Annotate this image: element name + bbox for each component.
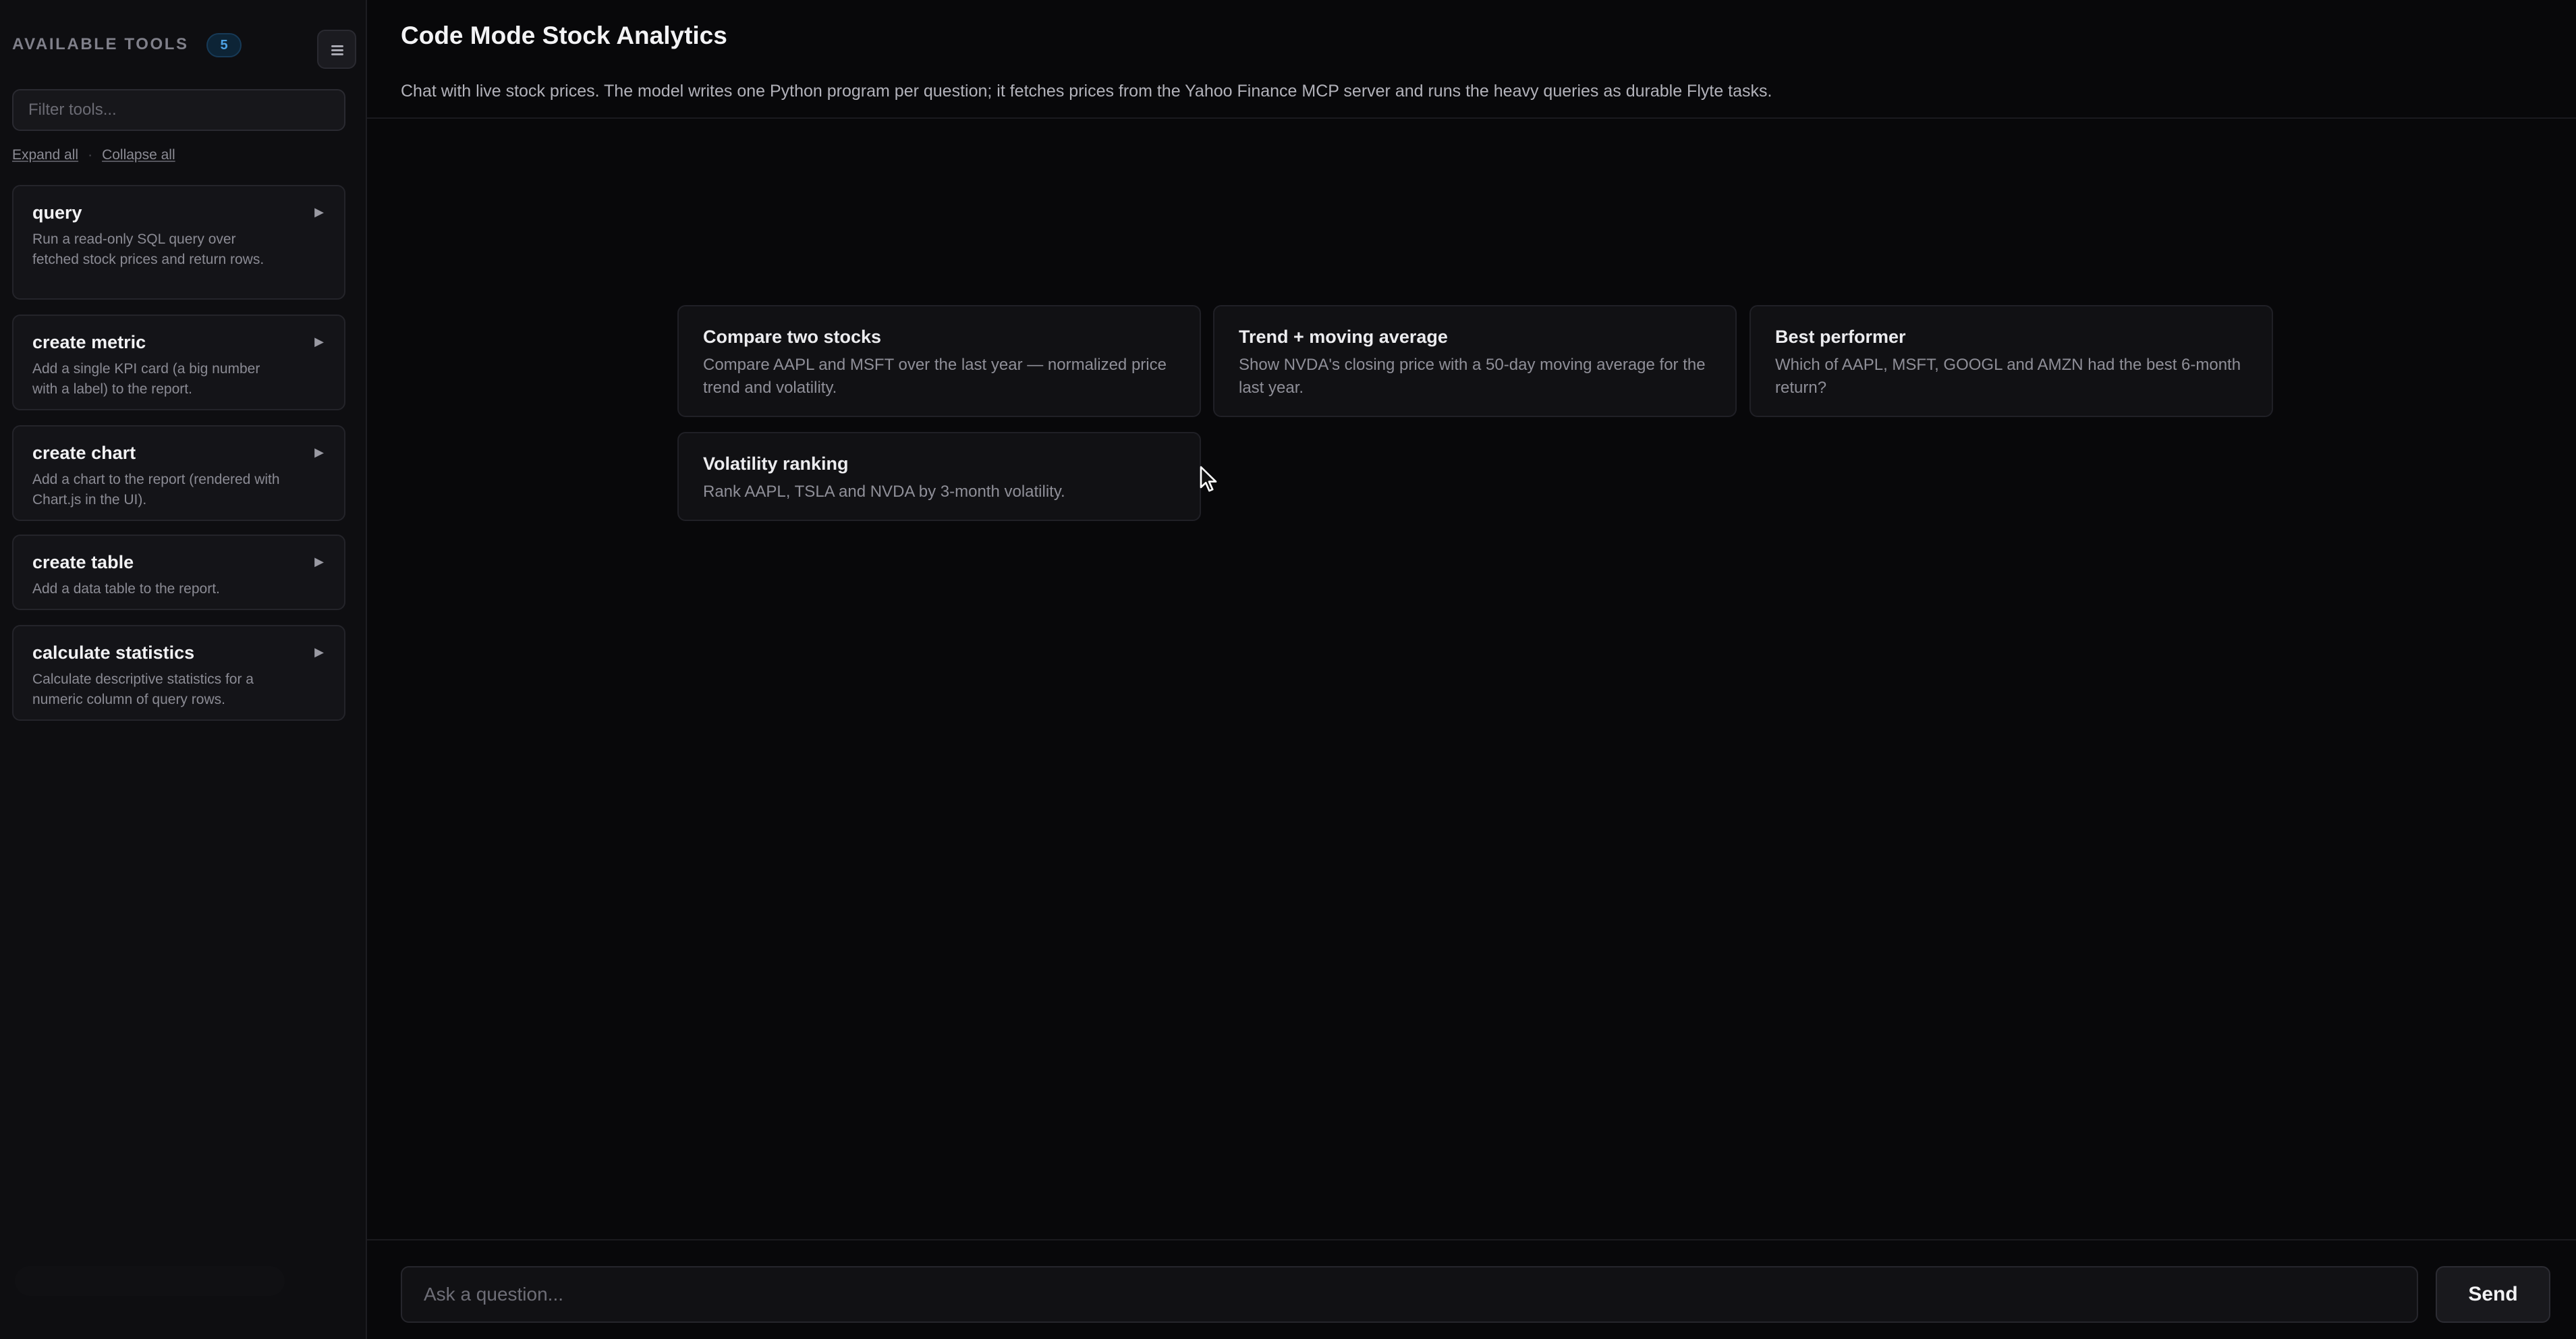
suggestion-title: Volatility ranking [703, 454, 849, 474]
tool-description: Add a single KPI card (a big number with… [32, 361, 260, 397]
tool-description: Calculate descriptive statistics for a n… [32, 672, 254, 707]
tool-card-query[interactable]: query Run a read-only SQL query over fet… [12, 185, 345, 300]
suggestion-title: Best performer [1775, 327, 1906, 347]
expand-all-link[interactable]: Expand all [12, 147, 78, 163]
suggestion-card-trend-moving-average[interactable]: Trend + moving average Show NVDA's closi… [1213, 305, 1737, 417]
suggestion-description: Which of AAPL, MSFT, GOOGL and AMZN had … [1775, 356, 2241, 397]
tool-description: Add a data table to the report. [32, 581, 220, 597]
sidebar-title: AVAILABLE TOOLS [12, 35, 189, 53]
menu-icon[interactable] [317, 30, 356, 69]
tool-name: create metric [32, 332, 146, 352]
link-separator: · [88, 147, 93, 163]
tool-card-calculate-statistics[interactable]: calculate statistics Calculate descripti… [12, 625, 345, 721]
sidebar-footer-shadow [15, 1266, 285, 1296]
suggestion-title: Trend + moving average [1239, 327, 1448, 347]
suggestion-description: Rank AAPL, TSLA and NVDA by 3-month vola… [703, 483, 1065, 501]
tool-count-badge: 5 [206, 33, 242, 57]
suggestion-description: Compare AAPL and MSFT over the last year… [703, 356, 1167, 397]
suggestion-card-compare-two-stocks[interactable]: Compare two stocks Compare AAPL and MSFT… [677, 305, 1201, 417]
main-panel: Code Mode Stock Analytics Chat with live… [367, 0, 2576, 1339]
ask-question-input[interactable] [401, 1266, 2418, 1323]
expand-arrow-icon[interactable]: ▶ [314, 555, 324, 569]
expand-arrow-icon[interactable]: ▶ [314, 205, 324, 219]
tool-card-create-metric[interactable]: create metric Add a single KPI card (a b… [12, 315, 345, 410]
expand-arrow-icon[interactable]: ▶ [314, 335, 324, 349]
tool-card-create-table[interactable]: create table Add a data table to the rep… [12, 535, 345, 610]
suggestion-title: Compare two stocks [703, 327, 882, 347]
tool-description: Add a chart to the report (rendered with… [32, 472, 280, 508]
collapse-all-link[interactable]: Collapse all [102, 147, 175, 163]
send-button[interactable]: Send [2436, 1266, 2550, 1323]
tools-sidebar: AVAILABLE TOOLS 5 Expand all · Collapse al… [0, 0, 367, 1339]
chat-composer: Send [367, 1239, 2576, 1339]
suggestion-description: Show NVDA's closing price with a 50-day … [1239, 356, 1706, 397]
tool-description: Run a read-only SQL query over fetched s… [32, 231, 264, 267]
mouse-pointer-icon [1200, 466, 1217, 492]
tool-name: calculate statistics [32, 643, 195, 663]
sidebar-header: AVAILABLE TOOLS 5 [12, 30, 356, 69]
filter-tools-input[interactable] [12, 89, 345, 131]
expand-collapse-links: Expand all · Collapse all [12, 147, 175, 163]
tool-card-create-chart[interactable]: create chart Add a chart to the report (… [12, 425, 345, 521]
expand-arrow-icon[interactable]: ▶ [314, 445, 324, 460]
page-header: Code Mode Stock Analytics Chat with live… [367, 0, 2576, 119]
page-title: Code Mode Stock Analytics [401, 22, 727, 49]
expand-arrow-icon[interactable]: ▶ [314, 645, 324, 659]
app-window: AVAILABLE TOOLS 5 Expand all · Collapse al… [0, 0, 2576, 1339]
page-subtitle: Chat with live stock prices. The model w… [401, 82, 1772, 101]
tool-name: create chart [32, 443, 136, 463]
tool-name: create table [32, 552, 134, 572]
suggestion-card-best-performer[interactable]: Best performer Which of AAPL, MSFT, GOOG… [1749, 305, 2273, 417]
tool-name: query [32, 202, 82, 223]
suggestion-card-volatility-ranking[interactable]: Volatility ranking Rank AAPL, TSLA and N… [677, 432, 1201, 521]
